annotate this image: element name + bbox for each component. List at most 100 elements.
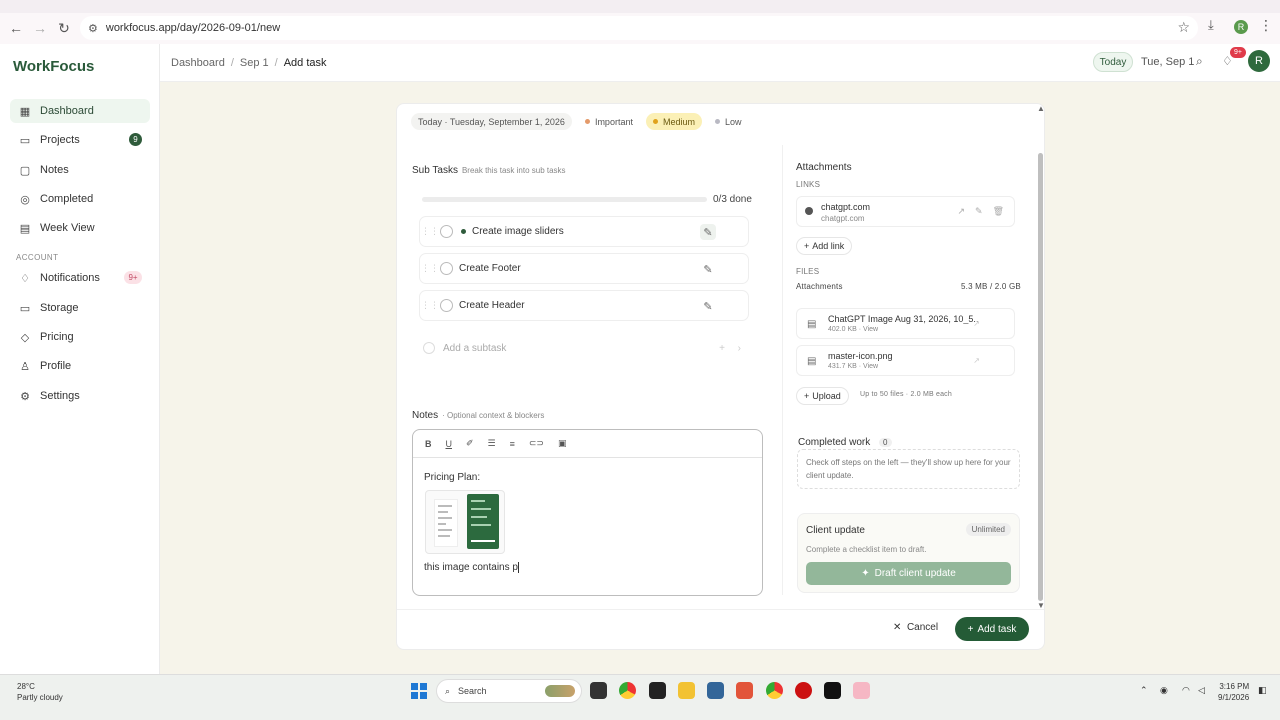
file-name[interactable]: master-icon.png: [828, 351, 978, 361]
underline-icon[interactable]: U: [446, 439, 453, 449]
scrollbar-thumb[interactable]: [1038, 153, 1043, 601]
priority-medium[interactable]: Medium: [645, 113, 702, 130]
file-name[interactable]: ChatGPT Image Aug 31, 2026, 10_5...: [828, 314, 978, 324]
sidebar-item-dashboard[interactable]: ▦ Dashboard: [10, 99, 150, 123]
edit-icon[interactable]: ✎: [700, 261, 716, 277]
chrome-icon[interactable]: [619, 682, 636, 699]
plus-icon[interactable]: +: [719, 343, 725, 354]
bookmark-star-icon[interactable]: ☆: [1177, 19, 1190, 36]
subtask-checkbox[interactable]: [440, 262, 453, 275]
system-clock[interactable]: 3:16 PM 9/1/2026: [1218, 681, 1249, 703]
attachments-pane: Attachments LINKS chatgpt.com chatgpt.co…: [782, 145, 1032, 595]
chevron-right-icon[interactable]: ›: [738, 343, 741, 354]
subtask-item[interactable]: ⋮⋮ Create Header ✎: [419, 290, 749, 321]
link-card[interactable]: chatgpt.com chatgpt.com ↗ ✎ 🗑: [796, 196, 1015, 227]
database-icon[interactable]: [707, 682, 724, 699]
bullet-list-icon[interactable]: ☰: [488, 438, 496, 449]
priority-important[interactable]: Important: [578, 113, 640, 130]
notification-badge: 9+: [1230, 47, 1246, 58]
upload-button[interactable]: + Upload: [796, 387, 849, 405]
address-bar[interactable]: ⚙ workfocus.app/day/2026-09-01/new ☆: [80, 16, 1198, 40]
forward-icon[interactable]: →: [28, 16, 52, 40]
edit-icon[interactable]: ✎: [700, 224, 716, 240]
chevron-up-icon[interactable]: ⌃: [1140, 685, 1148, 696]
link-icon[interactable]: ⊂⊃: [529, 438, 544, 449]
embedded-image[interactable]: [425, 490, 505, 554]
current-date[interactable]: Tue, Sep 1: [1141, 56, 1194, 68]
external-link-icon[interactable]: ↗: [957, 206, 965, 217]
footer-divider: [397, 609, 1044, 610]
volume-icon[interactable]: ◁: [1198, 685, 1205, 696]
subtask-item[interactable]: ⋮⋮ Create image sliders ✎: [419, 216, 749, 247]
search-icon[interactable]: ⌕: [1196, 54, 1203, 69]
sidebar-item-pricing[interactable]: ◇ Pricing: [10, 325, 150, 349]
today-button[interactable]: Today: [1093, 52, 1133, 72]
pencil-icon[interactable]: ✎: [975, 206, 983, 217]
record-icon[interactable]: [795, 682, 812, 699]
back-icon[interactable]: ←: [4, 16, 28, 40]
scroll-up-arrow[interactable]: ▲: [1037, 104, 1045, 113]
add-subtask-input[interactable]: Add a subtask + ›: [423, 335, 749, 361]
brave-icon[interactable]: [736, 682, 753, 699]
file-meta[interactable]: 402.0 KB · View: [828, 326, 878, 333]
wifi-icon[interactable]: ◠: [1182, 685, 1190, 696]
link-title[interactable]: chatgpt.com: [821, 202, 870, 212]
breadcrumb: Dashboard / Sep 1 / Add task: [171, 57, 327, 69]
drag-handle-icon[interactable]: ⋮⋮: [420, 300, 440, 311]
open-file-icon[interactable]: ↗: [973, 319, 980, 328]
task-view-icon[interactable]: [590, 682, 607, 699]
browser-profile-avatar[interactable]: R: [1234, 20, 1248, 34]
sidebar-item-notes[interactable]: ▢ Notes: [10, 158, 150, 182]
highlight-icon[interactable]: ✐: [466, 438, 474, 449]
priority-low[interactable]: Low: [708, 113, 749, 130]
cancel-button[interactable]: ✕ Cancel: [893, 622, 938, 633]
bold-icon[interactable]: B: [425, 439, 432, 449]
image-left-page: [434, 499, 458, 547]
sidebar-item-label: Completed: [40, 193, 94, 205]
site-info-icon[interactable]: ⚙: [88, 22, 98, 35]
file-meta[interactable]: 431.7 KB · View: [828, 363, 878, 370]
browser-menu-icon[interactable]: ⋮: [1259, 17, 1273, 34]
image-icon[interactable]: ▣: [558, 438, 567, 449]
download-icon[interactable]: ⤓: [1208, 17, 1214, 33]
sidebar-item-projects[interactable]: ▭ Projects 9: [10, 128, 150, 152]
sidebar-item-profile[interactable]: ♙ Profile: [10, 354, 150, 378]
sidebar-item-settings[interactable]: ⚙ Settings: [10, 384, 150, 408]
add-link-button[interactable]: + Add link: [796, 237, 853, 255]
file-card[interactable]: ▤ master-icon.png 431.7 KB · View ↗: [796, 345, 1015, 376]
subtasks-hint: Break this task into sub tasks: [461, 166, 566, 175]
file-explorer-icon[interactable]: [678, 682, 695, 699]
subtask-checkbox[interactable]: [440, 225, 453, 238]
sidebar-item-storage[interactable]: ▭ Storage: [10, 296, 150, 320]
edit-icon[interactable]: ✎: [700, 298, 716, 314]
weather-widget[interactable]: 28°C Partly cloudy: [17, 681, 63, 703]
add-task-button[interactable]: + Add task: [955, 617, 1029, 641]
draft-client-update-button[interactable]: ✦ Draft client update: [806, 562, 1011, 585]
file-card[interactable]: ▤ ChatGPT Image Aug 31, 2026, 10_5... 40…: [796, 308, 1015, 339]
sidebar-item-notifications[interactable]: ♢ Notifications 9+: [10, 266, 150, 290]
brand-logo[interactable]: WorkFocus: [13, 58, 94, 75]
subtask-item[interactable]: ⋮⋮ Create Footer ✎: [419, 253, 749, 284]
drag-handle-icon[interactable]: ⋮⋮: [420, 226, 440, 237]
capcut-icon[interactable]: [824, 682, 841, 699]
subtask-checkbox[interactable]: [440, 299, 453, 312]
breadcrumb-dashboard[interactable]: Dashboard: [171, 57, 225, 69]
date-chip[interactable]: Today · Tuesday, September 1, 2026: [411, 113, 572, 130]
notes-editor[interactable]: B U ✐ ☰ ≡ ⊂⊃ ▣ Pricing Plan: this image …: [412, 429, 763, 596]
avatar[interactable]: R: [1248, 50, 1270, 72]
network-icon[interactable]: ◉: [1160, 685, 1168, 696]
reload-icon[interactable]: ↻: [52, 16, 76, 40]
numbered-list-icon[interactable]: ≡: [510, 439, 515, 449]
drag-handle-icon[interactable]: ⋮⋮: [420, 263, 440, 274]
sidebar-item-week-view[interactable]: ▤ Week View: [10, 216, 150, 240]
snipping-tool-icon[interactable]: [853, 682, 870, 699]
sidebar-item-completed[interactable]: ◎ Completed: [10, 187, 150, 211]
taskbar-search[interactable]: ⌕ Search: [436, 679, 582, 703]
notification-center-icon[interactable]: ◧: [1258, 685, 1267, 696]
trash-icon[interactable]: 🗑: [993, 206, 1004, 217]
app-icon[interactable]: [649, 682, 666, 699]
chrome-active-icon[interactable]: [766, 682, 783, 699]
windows-start-icon[interactable]: [411, 683, 427, 699]
open-file-icon[interactable]: ↗: [973, 356, 980, 365]
breadcrumb-day[interactable]: Sep 1: [240, 57, 269, 69]
